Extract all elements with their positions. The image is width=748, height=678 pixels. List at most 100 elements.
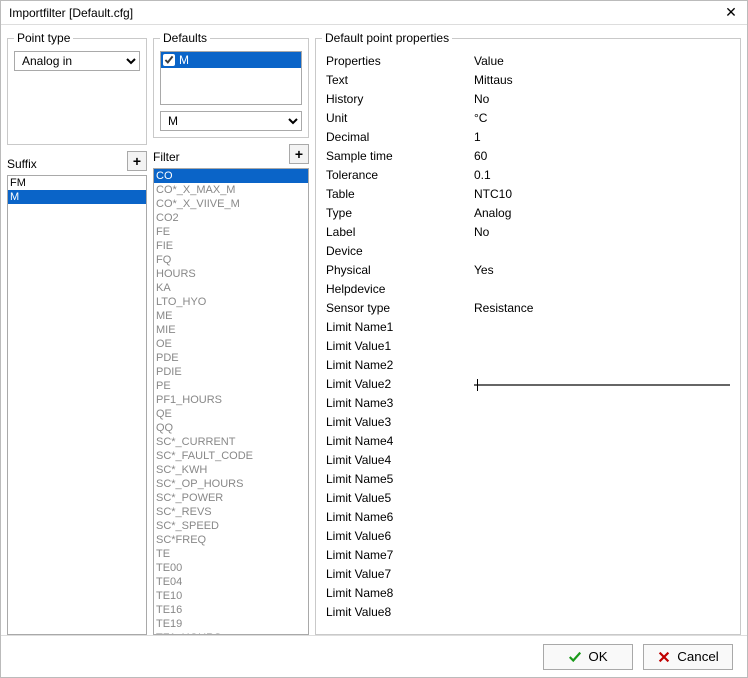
property-value[interactable]: No <box>470 225 734 239</box>
list-item[interactable]: QE <box>154 407 308 421</box>
property-key: Sample time <box>322 149 470 163</box>
property-row[interactable]: Limit Value1 <box>322 336 734 355</box>
property-row[interactable]: Decimal1 <box>322 127 734 146</box>
list-item[interactable]: PDIE <box>154 365 308 379</box>
list-item[interactable]: SC*_FAULT_CODE <box>154 449 308 463</box>
property-row[interactable]: TypeAnalog <box>322 203 734 222</box>
property-row[interactable]: Limit Name4 <box>322 431 734 450</box>
property-key: Limit Name4 <box>322 434 470 448</box>
list-item[interactable]: KA <box>154 281 308 295</box>
property-row[interactable]: Limit Value7 <box>322 564 734 583</box>
property-key: Table <box>322 187 470 201</box>
property-row[interactable]: Limit Name5 <box>322 469 734 488</box>
suffix-add-button[interactable]: + <box>127 151 147 171</box>
cancel-button[interactable]: Cancel <box>643 644 733 670</box>
defaults-checkbox[interactable] <box>163 54 175 66</box>
property-row[interactable]: Limit Value6 <box>322 526 734 545</box>
list-item[interactable]: CO*_X_VIIVE_M <box>154 197 308 211</box>
property-key: Physical <box>322 263 470 277</box>
list-item[interactable]: MIE <box>154 323 308 337</box>
cross-icon <box>657 650 671 664</box>
filter-add-button[interactable]: + <box>289 144 309 164</box>
list-item[interactable]: TE19 <box>154 617 308 631</box>
property-key: Helpdevice <box>322 282 470 296</box>
list-item[interactable]: TE04 <box>154 575 308 589</box>
property-row[interactable]: TextMittaus <box>322 70 734 89</box>
property-value[interactable]: 0.1 <box>470 168 734 182</box>
property-row[interactable]: Sample time60 <box>322 146 734 165</box>
property-row[interactable]: LabelNo <box>322 222 734 241</box>
list-item[interactable]: FQ <box>154 253 308 267</box>
property-value[interactable]: Mittaus <box>470 73 734 87</box>
list-item[interactable]: M <box>8 190 146 204</box>
list-item[interactable]: PE <box>154 379 308 393</box>
filter-list[interactable]: COCO*_X_MAX_MCO*_X_VIIVE_MCO2FEFIEFQHOUR… <box>153 168 309 635</box>
property-row[interactable]: HistoryNo <box>322 89 734 108</box>
defaults-row[interactable]: M <box>161 52 301 68</box>
list-item[interactable]: FIE <box>154 239 308 253</box>
list-item[interactable]: SC*_SPEED <box>154 519 308 533</box>
list-item[interactable]: CO2 <box>154 211 308 225</box>
list-item[interactable]: FE <box>154 225 308 239</box>
property-row[interactable]: Limit Name6 <box>322 507 734 526</box>
footer: OK Cancel <box>1 635 747 677</box>
list-item[interactable]: TE <box>154 547 308 561</box>
list-item[interactable]: FM <box>8 176 146 190</box>
property-value[interactable]: Analog <box>470 206 734 220</box>
list-item[interactable]: SC*_OP_HOURS <box>154 477 308 491</box>
property-row[interactable]: Limit Value4 <box>322 450 734 469</box>
list-item[interactable]: CO <box>154 169 308 183</box>
property-row[interactable]: Limit Value2 <box>322 374 734 393</box>
property-row[interactable]: Unit°C <box>322 108 734 127</box>
list-item[interactable]: OE <box>154 337 308 351</box>
property-row[interactable]: Device <box>322 241 734 260</box>
property-value-input[interactable] <box>474 384 730 386</box>
suffix-list[interactable]: FMM <box>7 175 147 635</box>
defaults-select[interactable]: M <box>160 111 302 131</box>
property-value[interactable]: No <box>470 92 734 106</box>
property-row[interactable]: Sensor typeResistance <box>322 298 734 317</box>
list-item[interactable]: HOURS <box>154 267 308 281</box>
list-item[interactable]: SC*FREQ <box>154 533 308 547</box>
property-row[interactable]: Limit Value8 <box>322 602 734 621</box>
point-type-select[interactable]: Analog in <box>14 51 140 71</box>
list-item[interactable]: TE10 <box>154 589 308 603</box>
property-row[interactable]: Limit Name1 <box>322 317 734 336</box>
property-row[interactable]: Limit Name2 <box>322 355 734 374</box>
window-title: Importfilter [Default.cfg] <box>9 6 133 20</box>
defaults-list[interactable]: M <box>160 51 302 105</box>
property-value[interactable]: Resistance <box>470 301 734 315</box>
list-item[interactable]: TE00 <box>154 561 308 575</box>
property-row[interactable]: Tolerance0.1 <box>322 165 734 184</box>
property-key: Limit Value1 <box>322 339 470 353</box>
ok-button[interactable]: OK <box>543 644 633 670</box>
list-item[interactable]: ME <box>154 309 308 323</box>
list-item[interactable]: SC*_CURRENT <box>154 435 308 449</box>
property-row[interactable]: Limit Name8 <box>322 583 734 602</box>
property-row[interactable]: Limit Name3 <box>322 393 734 412</box>
list-item[interactable]: SC*_KWH <box>154 463 308 477</box>
list-item[interactable]: PDE <box>154 351 308 365</box>
property-value[interactable]: 1 <box>470 130 734 144</box>
list-item[interactable]: PF1_HOURS <box>154 393 308 407</box>
property-row[interactable]: PhysicalYes <box>322 260 734 279</box>
property-value[interactable]: Yes <box>470 263 734 277</box>
list-item[interactable]: SC*_REVS <box>154 505 308 519</box>
property-row[interactable]: Limit Value3 <box>322 412 734 431</box>
close-icon[interactable]: ✕ <box>721 4 741 21</box>
property-value[interactable]: °C <box>470 111 734 125</box>
property-row[interactable]: TableNTC10 <box>322 184 734 203</box>
property-value[interactable]: NTC10 <box>470 187 734 201</box>
property-row[interactable]: Helpdevice <box>322 279 734 298</box>
list-item[interactable]: CO*_X_MAX_M <box>154 183 308 197</box>
list-item[interactable]: TE16 <box>154 603 308 617</box>
property-value[interactable]: 60 <box>470 149 734 163</box>
defaults-row-label: M <box>179 53 189 67</box>
property-row[interactable]: Limit Name7 <box>322 545 734 564</box>
list-item[interactable]: LTO_HYO <box>154 295 308 309</box>
list-item[interactable]: SC*_POWER <box>154 491 308 505</box>
property-row[interactable]: Limit Value5 <box>322 488 734 507</box>
content-area: Point type Analog in Suffix + FMM Defaul… <box>1 25 747 635</box>
property-key: Limit Name5 <box>322 472 470 486</box>
list-item[interactable]: QQ <box>154 421 308 435</box>
